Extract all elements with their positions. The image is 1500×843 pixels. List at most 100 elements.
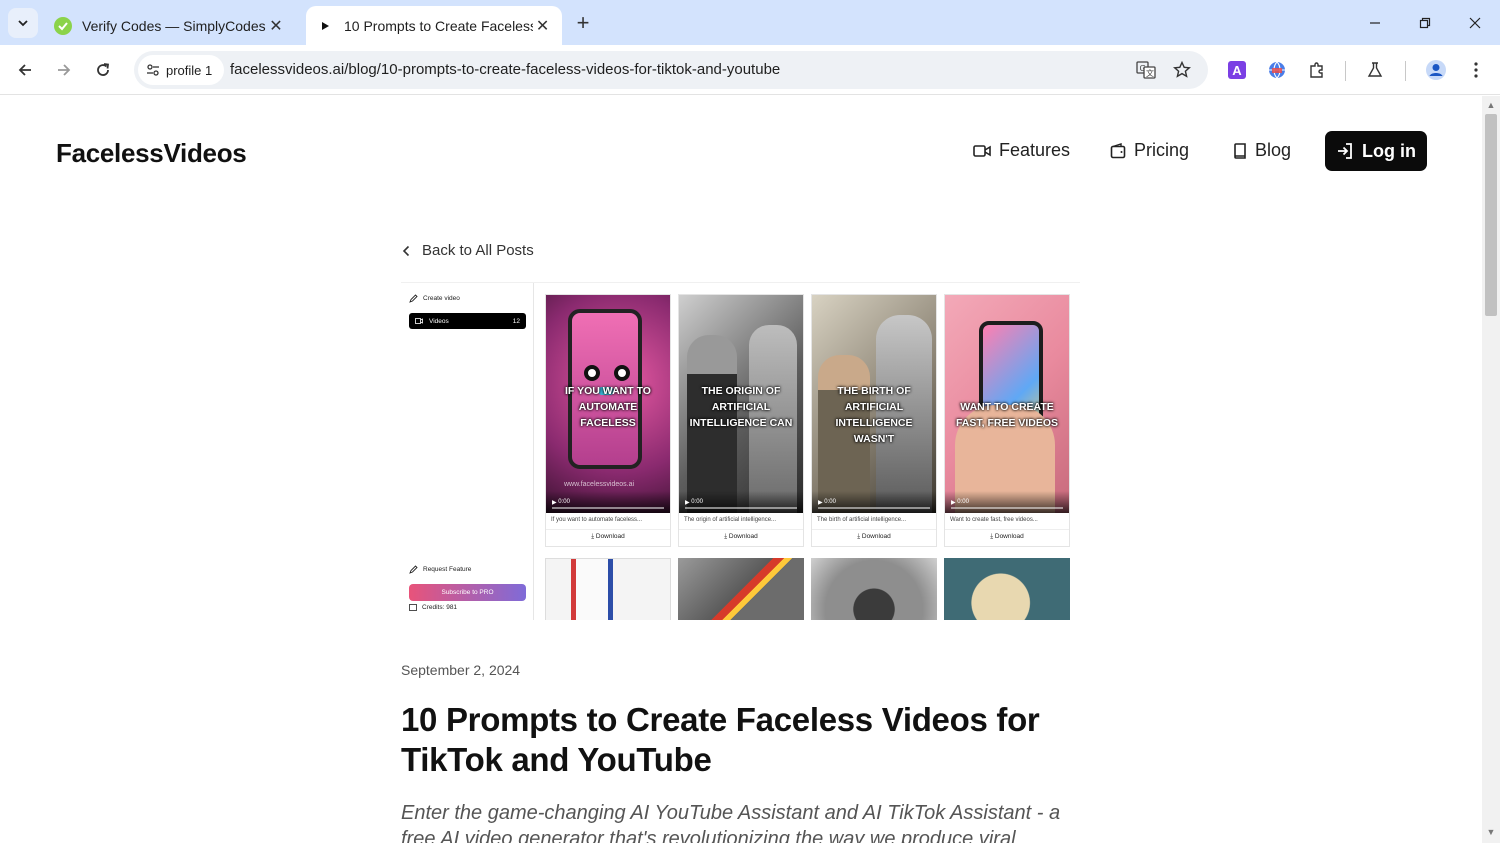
hero-subscribe-button: Subscribe to PRO (409, 584, 526, 601)
back-to-posts-link[interactable]: Back to All Posts (402, 242, 534, 259)
restore-button[interactable] (1400, 0, 1450, 45)
svg-text:文: 文 (1146, 68, 1154, 78)
video-time: 0:00 (558, 499, 570, 505)
nav-features-label: Features (999, 140, 1071, 160)
minimize-icon (1370, 21, 1380, 24)
site-logo[interactable]: FacelessVideos (56, 138, 247, 169)
login-button[interactable]: Log in (1325, 131, 1427, 171)
tune-icon (147, 64, 159, 76)
extensions-button[interactable] (1302, 55, 1332, 85)
avatar-icon (1426, 60, 1446, 80)
video-time: 0:00 (691, 499, 703, 505)
video-thumbnail: THE ORIGIN OF ARTIFICIAL INTELLIGENCE CA… (679, 295, 803, 513)
pencil-icon (409, 294, 418, 303)
hero-videos-count: 12 (512, 317, 520, 325)
scroll-up-arrow-icon[interactable]: ▲ (1486, 100, 1496, 110)
download-label: Download (728, 533, 758, 540)
book-icon (1234, 142, 1246, 159)
profile-chip-label: profile 1 (166, 62, 213, 78)
toolbar-divider (1345, 61, 1346, 81)
web-page: FacelessVideos Features Pricing Blog Log… (0, 96, 1482, 843)
video-controls: ▶ 0:00 (679, 491, 803, 513)
video-camera-icon (973, 144, 991, 157)
page-scrollbar[interactable]: ▲ ▼ (1482, 96, 1500, 843)
video-controls: ▶ 0:00 (546, 491, 670, 513)
extension-globe-button[interactable] (1262, 55, 1292, 85)
scroll-down-arrow-icon[interactable]: ▼ (1486, 827, 1496, 837)
video-thumbnail-cropped (678, 558, 804, 620)
reload-button[interactable] (88, 55, 118, 85)
nav-blog[interactable]: Blog (1233, 140, 1291, 161)
chevron-left-icon (402, 245, 410, 256)
translate-icon: G文 (1136, 61, 1156, 79)
video-thumbnail-cropped (944, 558, 1070, 620)
video-icon (415, 318, 423, 324)
menu-button[interactable] (1461, 55, 1491, 85)
hero-request-feature: Request Feature (409, 565, 471, 574)
hero-create-video-label: Create video (423, 295, 460, 302)
video-time: 0:00 (957, 499, 969, 505)
video-caption: THE BIRTH OF ARTIFICIAL INTELLIGENCE WAS… (835, 385, 913, 445)
star-icon (1173, 61, 1191, 78)
simplycodes-favicon-icon (54, 16, 72, 35)
video-controls: ▶ 0:00 (812, 491, 936, 513)
nav-features[interactable]: Features (973, 140, 1070, 161)
hero-screenshot: Create video Videos 12 Request Feature S… (401, 282, 1080, 620)
url-text[interactable]: facelessvideos.ai/blog/10-prompts-to-cre… (230, 61, 780, 78)
site-info-chip[interactable]: profile 1 (138, 55, 224, 85)
pencil-icon (409, 565, 418, 574)
flask-icon (1367, 62, 1383, 77)
bookmark-button[interactable] (1168, 56, 1196, 84)
video-card: WANT TO CREATE FAST, FREE VIDEOS ▶ 0:00 … (944, 294, 1070, 547)
more-vertical-icon (1474, 62, 1478, 78)
scrollbar-thumb[interactable] (1485, 114, 1497, 316)
download-label: Download (595, 533, 625, 540)
tab-faceless-videos[interactable]: 10 Prompts to Create Faceless \ ✕ (306, 6, 562, 45)
video-card: IF YOU WANT TO AUTOMATE FACELESS www.fac… (545, 294, 671, 547)
hero-videos-label: Videos (429, 317, 449, 325)
tab-close-icon[interactable]: ✕ (266, 16, 286, 36)
tab-simplycodes[interactable]: Verify Codes — SimplyCodes ✕ (44, 6, 296, 45)
hero-credits: Credits: 981 (409, 603, 457, 611)
translate-button[interactable]: G文 (1132, 56, 1160, 84)
address-bar[interactable]: profile 1 facelessvideos.ai/blog/10-prom… (134, 51, 1208, 89)
play-favicon-icon (316, 17, 334, 35)
nav-pricing[interactable]: Pricing (1110, 140, 1189, 161)
video-thumbnail-cropped (545, 558, 671, 620)
puzzle-icon (1310, 62, 1323, 78)
video-caption: WANT TO CREATE FAST, FREE VIDEOS (955, 401, 1059, 429)
hero-request-feature-label: Request Feature (423, 566, 472, 573)
nav-blog-label: Blog (1255, 140, 1292, 160)
video-card: THE ORIGIN OF ARTIFICIAL INTELLIGENCE CA… (678, 294, 804, 547)
tab-search-button[interactable] (8, 8, 38, 38)
post-intro: Enter the game-changing AI YouTube Assis… (401, 802, 1061, 843)
hero-videos-item: Videos 12 (409, 313, 526, 329)
forward-button[interactable] (49, 55, 79, 85)
back-to-posts-label: Back to All Posts (422, 242, 534, 259)
toolbar-divider (1405, 61, 1406, 81)
restore-icon (1419, 17, 1431, 28)
arrow-left-icon (18, 64, 31, 76)
tab-strip: Verify Codes — SimplyCodes ✕ 10 Prompts … (0, 0, 1500, 45)
extension-a-button[interactable]: A (1222, 55, 1252, 85)
post-title: 10 Prompts to Create Faceless Videos for… (401, 701, 1040, 778)
video-time: 0:00 (824, 499, 836, 505)
download-link: ⤓ Download (945, 529, 1069, 546)
wallet-icon (1110, 142, 1126, 158)
labs-button[interactable] (1360, 55, 1390, 85)
profile-button[interactable] (1421, 55, 1451, 85)
tab-title: 10 Prompts to Create Faceless \ (344, 17, 534, 34)
post-date: September 2, 2024 (401, 662, 521, 678)
video-controls: ▶ 0:00 (945, 491, 1069, 513)
tab-title: Verify Codes — SimplyCodes (82, 17, 266, 34)
tab-close-icon[interactable]: ✕ (533, 16, 552, 36)
wallet-icon (409, 604, 417, 611)
video-thumbnail: WANT TO CREATE FAST, FREE VIDEOS ▶ 0:00 (945, 295, 1069, 513)
back-button[interactable] (10, 55, 40, 85)
minimize-button[interactable] (1350, 0, 1400, 45)
new-tab-button[interactable]: + (570, 10, 596, 36)
chevron-down-icon (18, 20, 28, 27)
video-caption: THE ORIGIN OF ARTIFICIAL INTELLIGENCE CA… (689, 385, 793, 429)
close-window-button[interactable] (1450, 0, 1500, 45)
video-thumbnail-cropped (811, 558, 937, 620)
